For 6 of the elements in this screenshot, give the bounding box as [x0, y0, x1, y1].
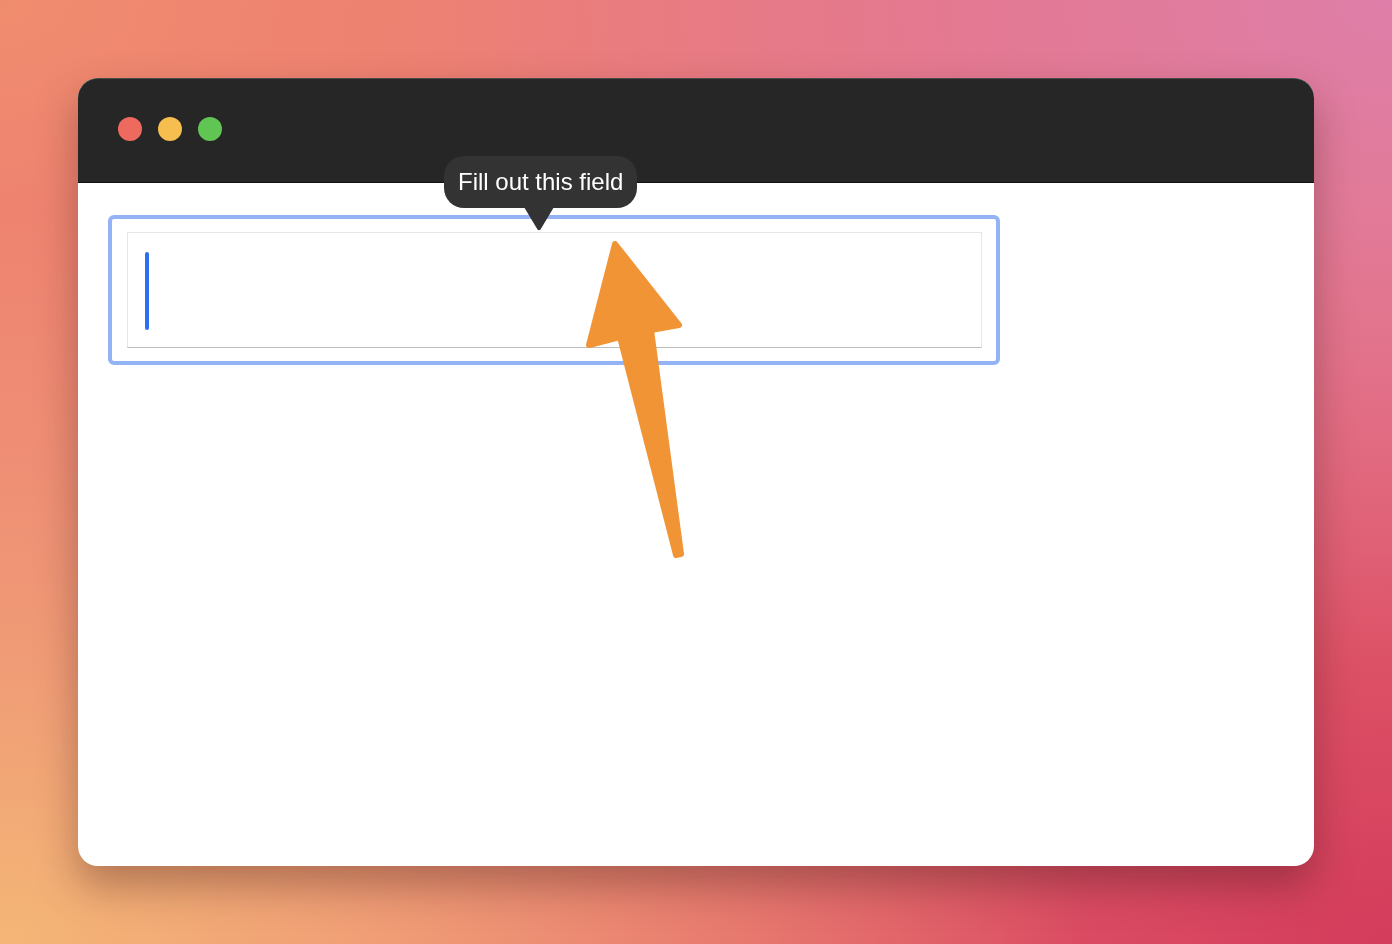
minimize-button[interactable]	[158, 117, 182, 141]
tooltip-pointer-icon	[523, 207, 554, 231]
text-cursor-icon	[145, 252, 149, 330]
maximize-button[interactable]	[198, 117, 222, 141]
text-field[interactable]	[127, 232, 982, 348]
close-button[interactable]	[118, 117, 142, 141]
